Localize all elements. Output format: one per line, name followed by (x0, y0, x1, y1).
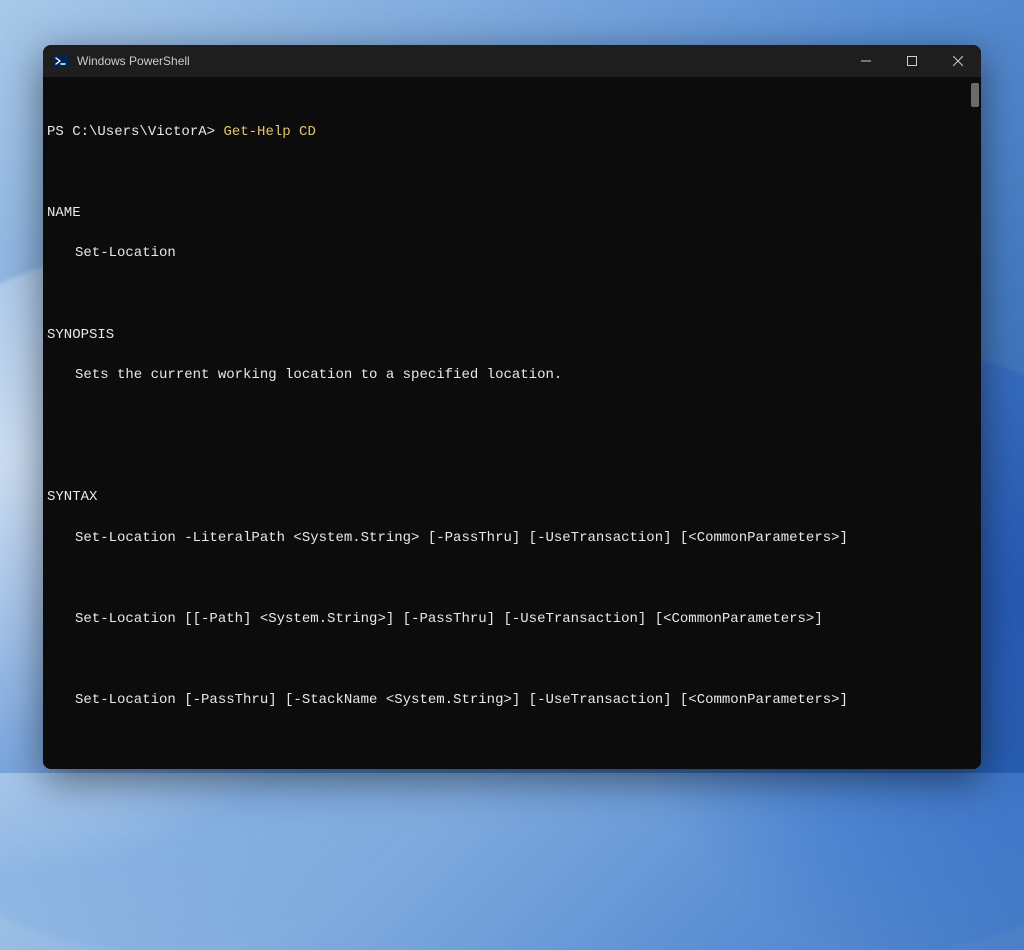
prompt: PS C:\Users\VictorA> (47, 124, 223, 140)
synopsis-value: Sets the current working location to a s… (47, 365, 971, 385)
terminal-output[interactable]: PS C:\Users\VictorA> Get-Help CD NAME Se… (43, 77, 981, 769)
maximize-button[interactable] (889, 45, 935, 77)
titlebar[interactable]: Windows PowerShell (43, 45, 981, 77)
close-icon (953, 56, 963, 66)
blank-line (47, 162, 971, 182)
blank-line (47, 568, 971, 588)
syntax-line: Set-Location [-PassThru] [-StackName <Sy… (47, 690, 971, 710)
powershell-window: Windows PowerShell PS C:\Users\VictorA> … (43, 45, 981, 769)
minimize-icon (861, 56, 871, 66)
powershell-icon (53, 53, 69, 69)
window-title: Windows PowerShell (77, 54, 843, 68)
section-header-synopsis: SYNOPSIS (47, 325, 971, 345)
blank-line (47, 406, 971, 426)
blank-line (47, 446, 971, 466)
scrollbar-thumb[interactable] (971, 83, 979, 107)
syntax-line: Set-Location [[-Path] <System.String>] [… (47, 609, 971, 629)
window-controls (843, 45, 981, 77)
blank-line (47, 284, 971, 304)
minimize-button[interactable] (843, 45, 889, 77)
section-header-name: NAME (47, 203, 971, 223)
blank-line (47, 649, 971, 669)
maximize-icon (907, 56, 917, 66)
command-input: Get-Help CD (223, 124, 315, 140)
name-value: Set-Location (47, 243, 971, 263)
blank-line (47, 731, 971, 751)
syntax-line: Set-Location -LiteralPath <System.String… (47, 528, 971, 548)
section-header-syntax: SYNTAX (47, 487, 971, 507)
close-button[interactable] (935, 45, 981, 77)
